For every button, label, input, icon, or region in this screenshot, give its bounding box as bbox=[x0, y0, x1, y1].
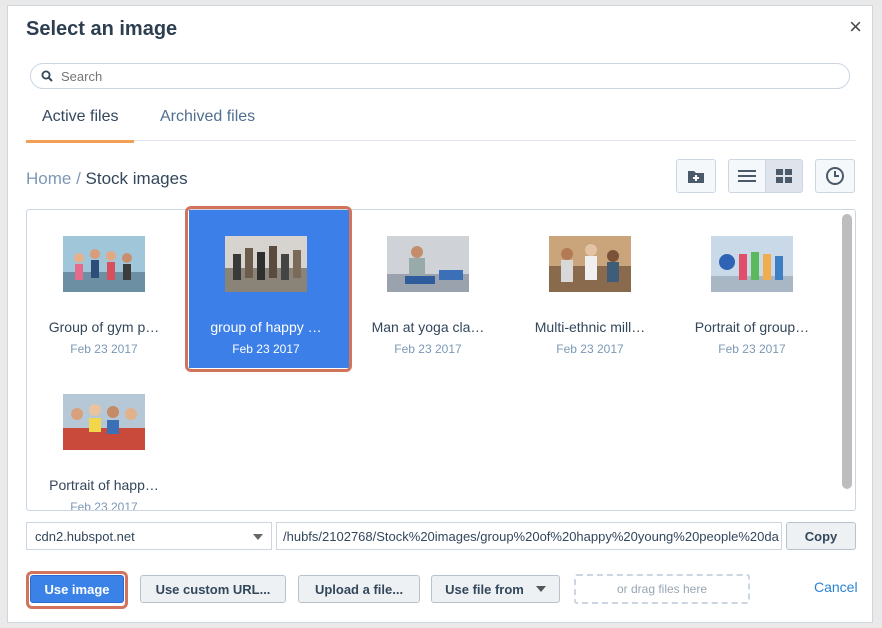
thumbnail-image bbox=[549, 236, 631, 292]
folder-plus-icon bbox=[688, 170, 704, 183]
scrollbar[interactable] bbox=[842, 214, 852, 489]
close-icon[interactable]: × bbox=[849, 16, 862, 38]
breadcrumb-home[interactable]: Home bbox=[26, 169, 71, 188]
file-date: Feb 23 2017 bbox=[556, 342, 624, 356]
caret-down-icon bbox=[535, 586, 546, 592]
file-date: Feb 23 2017 bbox=[718, 342, 786, 356]
list-view-icon bbox=[738, 170, 756, 182]
clock-icon bbox=[826, 167, 844, 185]
breadcrumb-separator: / bbox=[71, 169, 86, 188]
domain-value: cdn2.hubspot.net bbox=[35, 529, 135, 544]
tab-archived-files[interactable]: Archived files bbox=[144, 108, 271, 138]
select-image-dialog: Select an image × Active files Archived … bbox=[7, 5, 873, 623]
domain-select[interactable]: cdn2.hubspot.net bbox=[26, 522, 272, 550]
selection-highlight bbox=[185, 206, 352, 372]
tab-bar: Active files Archived files bbox=[26, 102, 856, 143]
file-name: Portrait of group… bbox=[694, 319, 810, 335]
chevron-down-icon bbox=[253, 534, 263, 540]
thumbnail-image bbox=[63, 394, 145, 450]
file-name: Multi-ethnic mill… bbox=[534, 319, 646, 335]
file-date: Feb 23 2017 bbox=[394, 342, 462, 356]
grid-view-button[interactable] bbox=[765, 159, 803, 193]
search-icon bbox=[41, 70, 53, 82]
file-card[interactable]: Multi-ethnic mill… Feb 23 2017 bbox=[513, 210, 673, 368]
file-date: Feb 23 2017 bbox=[70, 342, 138, 356]
upload-file-button[interactable]: Upload a file... bbox=[298, 575, 420, 603]
file-card[interactable]: Man at yoga cla… Feb 23 2017 bbox=[351, 210, 511, 368]
history-button[interactable] bbox=[815, 159, 855, 193]
thumbnail-image bbox=[387, 236, 469, 292]
drag-drop-zone[interactable]: or drag files here bbox=[574, 574, 750, 604]
copy-button[interactable]: Copy bbox=[786, 522, 856, 550]
file-url-field[interactable]: /hubfs/2102768/Stock%20images/group%20of… bbox=[276, 522, 782, 550]
cancel-link[interactable]: Cancel bbox=[814, 579, 858, 595]
file-date: Feb 23 2017 bbox=[70, 500, 138, 511]
list-view-button[interactable] bbox=[728, 159, 766, 193]
new-folder-button[interactable] bbox=[676, 159, 716, 193]
dialog-title: Select an image bbox=[26, 18, 178, 40]
file-name: Group of gym p… bbox=[48, 319, 160, 335]
use-file-from-dropdown[interactable]: Use file from bbox=[431, 575, 560, 603]
use-custom-url-button[interactable]: Use custom URL... bbox=[140, 575, 286, 603]
use-image-highlight bbox=[26, 571, 128, 609]
breadcrumb: Home / Stock images bbox=[26, 169, 188, 189]
search-box[interactable] bbox=[30, 63, 850, 89]
file-card[interactable]: Group of gym p… Feb 23 2017 bbox=[27, 210, 187, 368]
file-card[interactable]: Portrait of group… Feb 23 2017 bbox=[675, 210, 835, 368]
thumbnail-image bbox=[63, 236, 145, 292]
breadcrumb-current: Stock images bbox=[85, 169, 188, 188]
search-input[interactable] bbox=[59, 67, 823, 85]
thumbnail-image bbox=[711, 236, 793, 292]
file-name: Portrait of happ… bbox=[49, 477, 159, 493]
tab-active-files[interactable]: Active files bbox=[26, 108, 135, 143]
file-grid: Group of gym p… Feb 23 2017 group of hap… bbox=[26, 209, 856, 511]
grid-view-icon bbox=[776, 169, 792, 183]
use-file-from-label: Use file from bbox=[445, 581, 524, 597]
file-card[interactable]: Portrait of happ… Feb 23 2017 bbox=[27, 368, 187, 511]
file-name: Man at yoga cla… bbox=[371, 319, 485, 335]
